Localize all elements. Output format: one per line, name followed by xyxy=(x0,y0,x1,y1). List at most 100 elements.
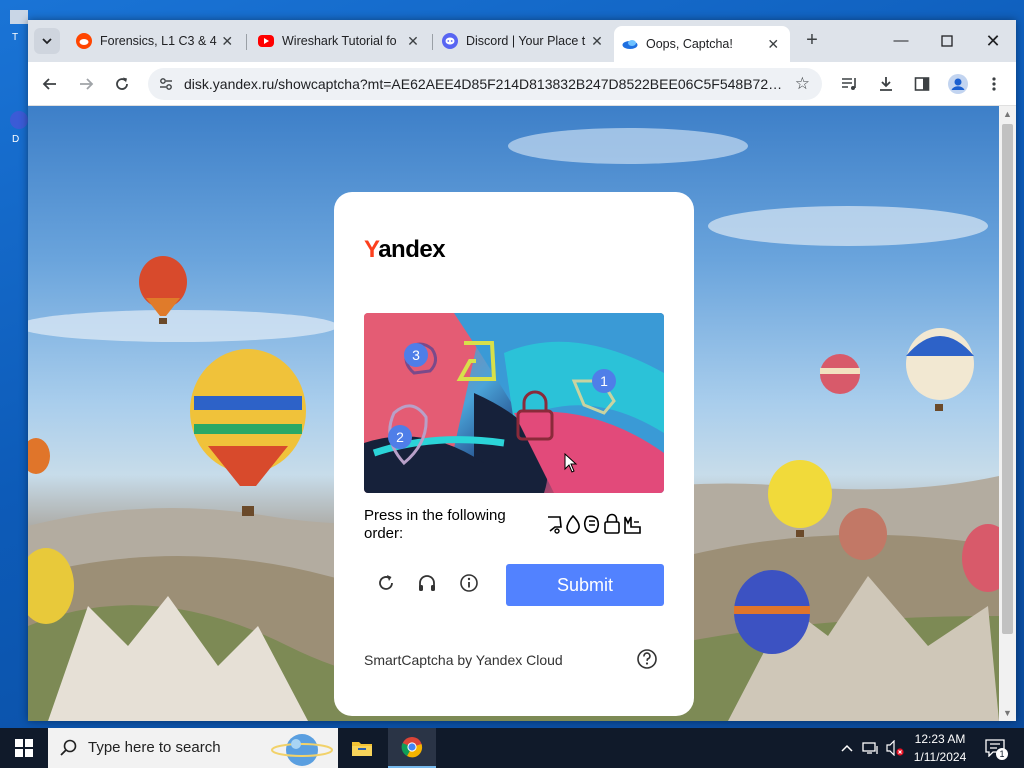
search-placeholder: Type here to search xyxy=(88,739,221,756)
discord-icon xyxy=(442,33,458,49)
taskbar-search[interactable]: Type here to search xyxy=(48,728,338,768)
menu-button[interactable] xyxy=(980,70,1008,98)
tab-search-button[interactable] xyxy=(34,28,60,54)
new-tab-button[interactable]: + xyxy=(800,29,824,53)
minimize-button[interactable]: — xyxy=(878,28,924,54)
tab-discord[interactable]: Discord | Your Place t ✕ xyxy=(434,26,614,56)
side-panel-button[interactable] xyxy=(908,70,936,98)
downloads-button[interactable] xyxy=(872,70,900,98)
click-marker-1[interactable]: 1 xyxy=(592,369,616,393)
captcha-image[interactable]: 1 2 3 xyxy=(364,313,664,493)
svg-text:T: T xyxy=(12,32,18,43)
close-icon[interactable]: ✕ xyxy=(219,33,236,50)
address-bar[interactable]: disk.yandex.ru/showcaptcha?mt=AE62AEE4D8… xyxy=(148,68,822,100)
back-button[interactable] xyxy=(36,70,64,98)
reload-icon xyxy=(116,77,128,90)
click-marker-2[interactable]: 2 xyxy=(388,425,412,449)
reload-button[interactable] xyxy=(108,70,136,98)
forward-button[interactable] xyxy=(72,70,100,98)
taskbar-chrome[interactable] xyxy=(388,728,436,768)
reddit-icon xyxy=(76,33,92,49)
notification-count-badge: 1 xyxy=(996,748,1008,760)
question-icon xyxy=(637,649,657,669)
search-highlight-image xyxy=(271,734,333,766)
close-window-button[interactable]: ✕ xyxy=(970,28,1016,54)
info-icon xyxy=(460,574,478,592)
close-icon[interactable]: ✕ xyxy=(404,33,422,50)
symbol-seq-5-icon xyxy=(624,516,641,534)
maximize-icon xyxy=(941,35,953,47)
audio-captcha-button[interactable] xyxy=(415,571,439,595)
scroll-down-icon[interactable]: ▼ xyxy=(999,705,1016,721)
headphones-icon xyxy=(419,575,435,591)
symbol-seq-3-icon xyxy=(583,515,600,533)
close-icon[interactable]: ✕ xyxy=(588,33,606,50)
bookmark-star-icon[interactable]: ☆ xyxy=(795,74,810,94)
site-settings-icon[interactable] xyxy=(158,76,174,97)
tab-title: Oops, Captcha! xyxy=(646,37,733,51)
tab-title: Discord | Your Place t xyxy=(466,34,586,48)
network-icon xyxy=(862,742,878,754)
browser-toolbar: disk.yandex.ru/showcaptcha?mt=AE62AEE4D8… xyxy=(28,62,1016,106)
volume-muted-icon xyxy=(886,740,904,756)
captcha-artwork xyxy=(364,313,664,493)
submit-button[interactable]: Submit xyxy=(506,564,664,606)
taskbar-file-explorer[interactable] xyxy=(338,728,386,768)
help-button[interactable] xyxy=(636,648,658,670)
media-controls-button[interactable] xyxy=(836,70,864,98)
scroll-up-icon[interactable]: ▲ xyxy=(999,106,1016,122)
tab-divider xyxy=(432,34,433,50)
symbol-seq-4-icon xyxy=(604,513,620,534)
tab-divider xyxy=(246,34,247,50)
symbol-sequence xyxy=(546,513,646,535)
start-button[interactable] xyxy=(0,728,48,768)
arrow-left-icon xyxy=(42,78,56,90)
tab-reddit[interactable]: Forensics, L1 C3 & 4 ✕ xyxy=(68,26,244,56)
download-icon xyxy=(880,77,892,91)
tab-title: Wireshark Tutorial fo xyxy=(282,34,397,48)
chevron-up-icon xyxy=(841,744,853,752)
clock-date: 1/11/2024 xyxy=(913,750,967,764)
mouse-cursor-icon xyxy=(564,453,578,473)
url-text[interactable]: disk.yandex.ru/showcaptcha?mt=AE62AEE4D8… xyxy=(184,68,784,100)
info-button[interactable] xyxy=(457,571,481,595)
tab-youtube[interactable]: Wireshark Tutorial fo ✕ xyxy=(250,26,430,56)
captcha-card: Yandex 1 2 3 Press in the following orde… xyxy=(334,192,694,716)
volume-button[interactable] xyxy=(884,728,906,768)
svg-text:D: D xyxy=(12,134,19,145)
profile-button[interactable] xyxy=(944,70,972,98)
scrollbar-thumb[interactable] xyxy=(1002,124,1013,634)
symbol-seq-2-icon xyxy=(566,514,580,534)
youtube-icon xyxy=(258,35,274,47)
maximize-button[interactable] xyxy=(924,28,970,54)
chrome-icon xyxy=(401,737,423,758)
side-panel-icon xyxy=(914,77,930,91)
refresh-captcha-button[interactable] xyxy=(374,571,398,595)
clock-time: 12:23 AM xyxy=(914,732,966,746)
close-icon[interactable]: ✕ xyxy=(765,36,782,53)
folder-icon xyxy=(352,742,372,756)
smartcaptcha-footer: SmartCaptcha by Yandex Cloud xyxy=(364,652,563,668)
refresh-icon xyxy=(379,575,393,590)
taskbar: Type here to search 12:23 AM 1/11/2024 1 xyxy=(0,728,1024,768)
page-scrollbar[interactable]: ▲ ▼ xyxy=(999,106,1016,721)
network-button[interactable] xyxy=(860,728,882,768)
browser-window: Forensics, L1 C3 & 4 ✕ Wireshark Tutoria… xyxy=(28,20,1016,721)
notification-center-button[interactable]: 1 xyxy=(980,728,1010,768)
tab-title: Forensics, L1 C3 & 4 xyxy=(100,34,217,48)
tab-captcha[interactable]: Oops, Captcha! ✕ xyxy=(614,26,790,62)
yandex-disk-icon xyxy=(622,36,638,52)
arrow-right-icon xyxy=(80,78,94,90)
search-icon xyxy=(60,739,77,756)
desktop-shortcut-icon[interactable]: T xyxy=(8,8,30,44)
tray-overflow-button[interactable] xyxy=(838,728,856,768)
logo-rest: andex xyxy=(378,236,446,263)
symbol-seq-1-icon xyxy=(548,516,562,534)
click-marker-3[interactable]: 3 xyxy=(404,343,428,367)
captcha-instruction: Press in the following order: xyxy=(364,507,506,542)
taskbar-clock[interactable]: 12:23 AM 1/11/2024 xyxy=(906,730,974,766)
logo-letter-y: Y xyxy=(364,236,379,263)
more-vertical-icon xyxy=(992,77,996,91)
desktop-shortcut-icon[interactable]: D xyxy=(8,110,30,146)
page-content: Yandex 1 2 3 Press in the following orde… xyxy=(28,106,1016,721)
